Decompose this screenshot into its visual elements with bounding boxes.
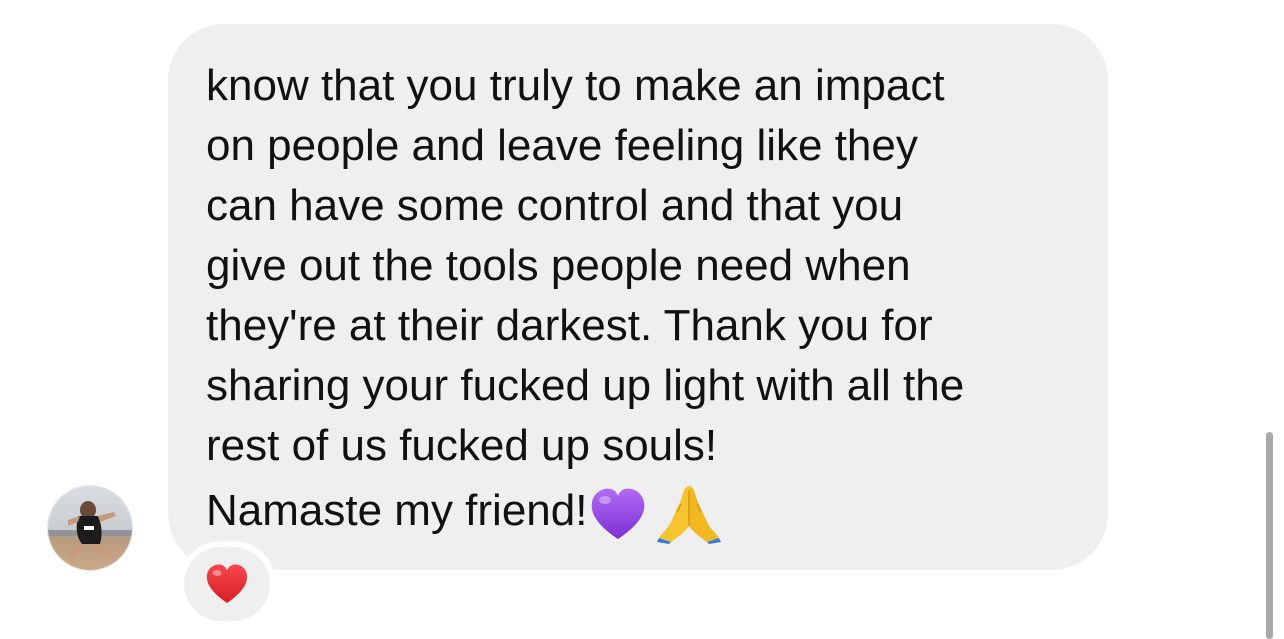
- message-line: sharing your fucked up light with all th…: [206, 361, 965, 410]
- message-line: they're at their darkest. Thank you for: [206, 301, 933, 350]
- sender-avatar[interactable]: [48, 486, 132, 570]
- avatar-photo-icon: [48, 486, 132, 570]
- folded-hands-icon: [657, 486, 722, 544]
- message-text: know that you truly to make an impact on…: [206, 56, 1086, 546]
- message-line: on people and leave feeling like they: [206, 121, 918, 170]
- purple-heart-icon: [592, 488, 645, 539]
- message-line: Namaste my friend!: [206, 486, 588, 535]
- scrollbar-thumb[interactable]: [1266, 432, 1273, 639]
- message-last-line: Namaste my friend!: [206, 476, 1086, 546]
- reaction-badge[interactable]: [184, 547, 270, 621]
- message-line: give out the tools people need when: [206, 241, 911, 290]
- message-line: know that you truly to make an impact: [206, 61, 945, 110]
- message-line: rest of us fucked up souls!: [206, 421, 718, 470]
- red-heart-icon: [206, 564, 248, 603]
- incoming-message-row: know that you truly to make an impact on…: [0, 0, 1284, 639]
- message-line: can have some control and that you: [206, 181, 904, 230]
